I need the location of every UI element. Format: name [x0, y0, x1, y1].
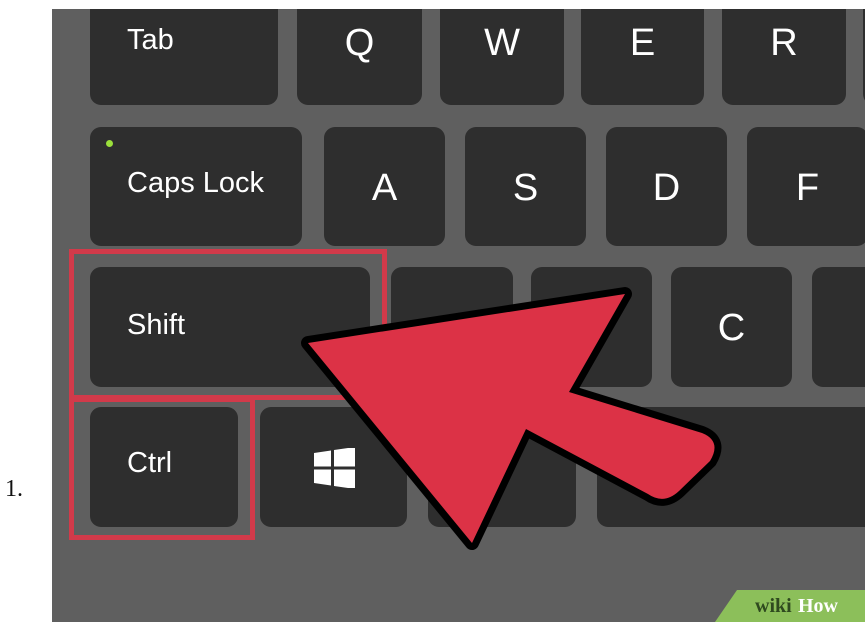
wikihow-watermark: wiki How: [715, 590, 865, 622]
watermark-suffix: How: [798, 595, 838, 617]
list-number: 1.: [5, 476, 23, 502]
keyboard-illustration: Tab Q W E R Caps Lock A S D F Shift C Ct…: [52, 9, 865, 622]
page: 1. Tab Q W E R Caps Lock A S D F Shift C…: [0, 0, 865, 622]
watermark-prefix: wiki: [755, 595, 792, 617]
arrow-pointer-icon: [301, 287, 722, 550]
